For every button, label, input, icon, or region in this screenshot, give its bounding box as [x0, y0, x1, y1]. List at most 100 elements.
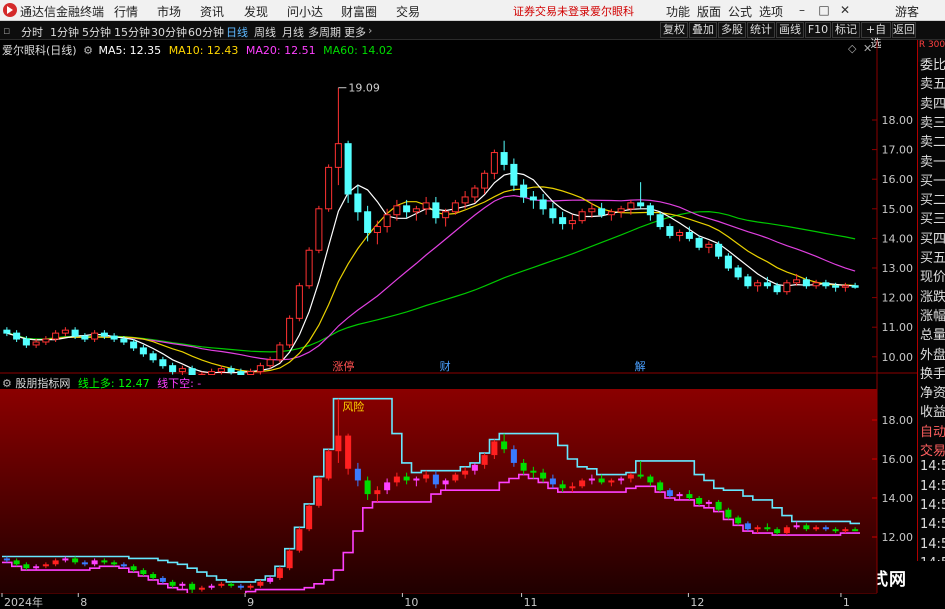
period-multi[interactable]: 多周期 — [308, 24, 341, 40]
indicator-candle-body[interactable] — [374, 490, 381, 495]
candle-body[interactable] — [91, 332, 99, 340]
indicator-candle-body[interactable] — [286, 550, 293, 569]
indicator-candle-body[interactable] — [852, 529, 859, 532]
diamond-icon[interactable]: ◇ — [848, 42, 856, 55]
indicator-candle-body[interactable] — [676, 494, 683, 497]
candle-body[interactable] — [61, 329, 69, 334]
indicator-candle-body[interactable] — [81, 562, 88, 565]
menu-wenxiaoda[interactable]: 问小达 — [287, 3, 323, 20]
indicator-candle-body[interactable] — [296, 529, 303, 551]
indicator-candle-body[interactable] — [569, 486, 576, 489]
candle-body[interactable] — [42, 338, 50, 343]
candle-body[interactable] — [159, 359, 167, 367]
indicator-chart[interactable]: 18.00 16.00 14.00 12.00 风险 — [0, 375, 917, 593]
candle-body[interactable] — [656, 214, 664, 228]
candle-body[interactable] — [666, 226, 674, 236]
indicator-candle-body[interactable] — [793, 525, 800, 528]
indicator-candle-body[interactable] — [120, 564, 127, 567]
candle-body[interactable] — [744, 276, 752, 287]
candle-body[interactable] — [120, 338, 128, 343]
period-1min[interactable]: 1分钟 — [50, 24, 79, 40]
indicator-candle-body[interactable] — [549, 478, 556, 485]
candle-body[interactable] — [793, 279, 801, 284]
candle-body[interactable] — [822, 282, 830, 287]
indicator-candle-body[interactable] — [354, 468, 361, 481]
indicator-candle-body[interactable] — [218, 583, 225, 586]
indicator-candle-body[interactable] — [696, 498, 703, 504]
candle-body[interactable] — [481, 172, 489, 189]
indicator-candle-body[interactable] — [530, 470, 537, 473]
indicator-candle-body[interactable] — [91, 560, 98, 565]
candle-body[interactable] — [471, 187, 479, 198]
candle-body[interactable] — [178, 368, 186, 373]
candle-body[interactable] — [715, 243, 723, 257]
indicator-candle-body[interactable] — [627, 474, 634, 479]
period-more[interactable]: 更多 — [344, 24, 366, 40]
period-daily[interactable]: 日线 — [226, 24, 248, 40]
period-weekly[interactable]: 周线 — [254, 24, 276, 40]
indicator-candle-body[interactable] — [452, 474, 459, 481]
indicator-candle-body[interactable] — [588, 478, 595, 481]
indicator-candle-body[interactable] — [3, 558, 10, 561]
indicator-candle-body[interactable] — [579, 480, 586, 487]
indicator-candle-body[interactable] — [501, 441, 508, 450]
indicator-candle-body[interactable] — [822, 527, 829, 530]
candle-body[interactable] — [754, 282, 762, 287]
indicator-candle-body[interactable] — [150, 574, 157, 578]
indicator-candle-body[interactable] — [559, 484, 566, 489]
menu-gongneng[interactable]: 功能 — [666, 3, 690, 20]
trade-login-notice[interactable]: 证券交易未登录 — [513, 3, 590, 19]
main-kline-chart[interactable]: 18.00 17.00 16.00 15.00 14.00 13.00 12.00 11.00… — [0, 40, 917, 375]
indicator-candle-body[interactable] — [764, 527, 771, 530]
candle-body[interactable] — [500, 152, 508, 165]
close-chart-icon[interactable]: ✕ — [863, 42, 872, 55]
max-icon[interactable]: □ — [816, 2, 832, 18]
indicator-candle-body[interactable] — [179, 583, 186, 586]
candle-body[interactable] — [217, 368, 225, 373]
candle-body[interactable] — [334, 143, 342, 168]
menu-banmian[interactable]: 版面 — [697, 3, 721, 20]
period-30min[interactable]: 30分钟 — [151, 24, 187, 40]
indicator-candle-body[interactable] — [647, 476, 654, 483]
indicator-candle-body[interactable] — [198, 587, 205, 590]
add-watchlist-button[interactable]: +自选 — [861, 22, 891, 50]
indicator-candle-body[interactable] — [62, 558, 69, 561]
candle-body[interactable] — [529, 196, 537, 201]
diejia-button[interactable]: 叠加 — [689, 22, 717, 38]
candle-body[interactable] — [676, 231, 684, 236]
min-icon[interactable]: – — [794, 2, 810, 18]
candle-body[interactable] — [773, 285, 781, 293]
menu-gongshi[interactable]: 公式 — [728, 3, 752, 20]
event-marker[interactable]: 财 — [440, 359, 451, 373]
indicator-candle-body[interactable] — [306, 505, 313, 530]
indicator-candle-body[interactable] — [325, 451, 332, 479]
candle-body[interactable] — [412, 208, 420, 213]
candle-body[interactable] — [490, 152, 498, 174]
indicator-candle-body[interactable] — [42, 564, 49, 567]
menu-zixun[interactable]: 资讯 — [200, 3, 224, 20]
candle-body[interactable] — [783, 282, 791, 293]
candle-body[interactable] — [22, 338, 30, 346]
period-monthly[interactable]: 月线 — [282, 24, 304, 40]
indicator-candle-body[interactable] — [491, 441, 498, 456]
indicator-candle-body[interactable] — [637, 474, 644, 477]
chevron-right-icon[interactable]: › — [368, 24, 372, 37]
back-button[interactable]: 返回 — [892, 22, 916, 38]
indicator-candle-body[interactable] — [618, 478, 625, 481]
biaoji-button[interactable]: 标记 — [832, 22, 860, 38]
period-5min[interactable]: 5分钟 — [82, 24, 111, 40]
menu-faxian[interactable]: 发现 — [244, 3, 268, 20]
indicator-candle-body[interactable] — [442, 480, 449, 485]
candle-body[interactable] — [139, 347, 147, 355]
indicator-candle-body[interactable] — [52, 560, 59, 565]
candle-body[interactable] — [169, 365, 177, 373]
candle-body[interactable] — [568, 220, 576, 225]
indicator-candle-body[interactable] — [657, 482, 664, 491]
candle-body[interactable] — [286, 317, 294, 346]
candle-body[interactable] — [520, 184, 528, 198]
candle-body[interactable] — [32, 341, 40, 346]
candle-body[interactable] — [646, 205, 654, 216]
candle-body[interactable] — [510, 163, 518, 186]
candle-body[interactable] — [256, 365, 264, 373]
indicator-candle-body[interactable] — [101, 560, 108, 563]
